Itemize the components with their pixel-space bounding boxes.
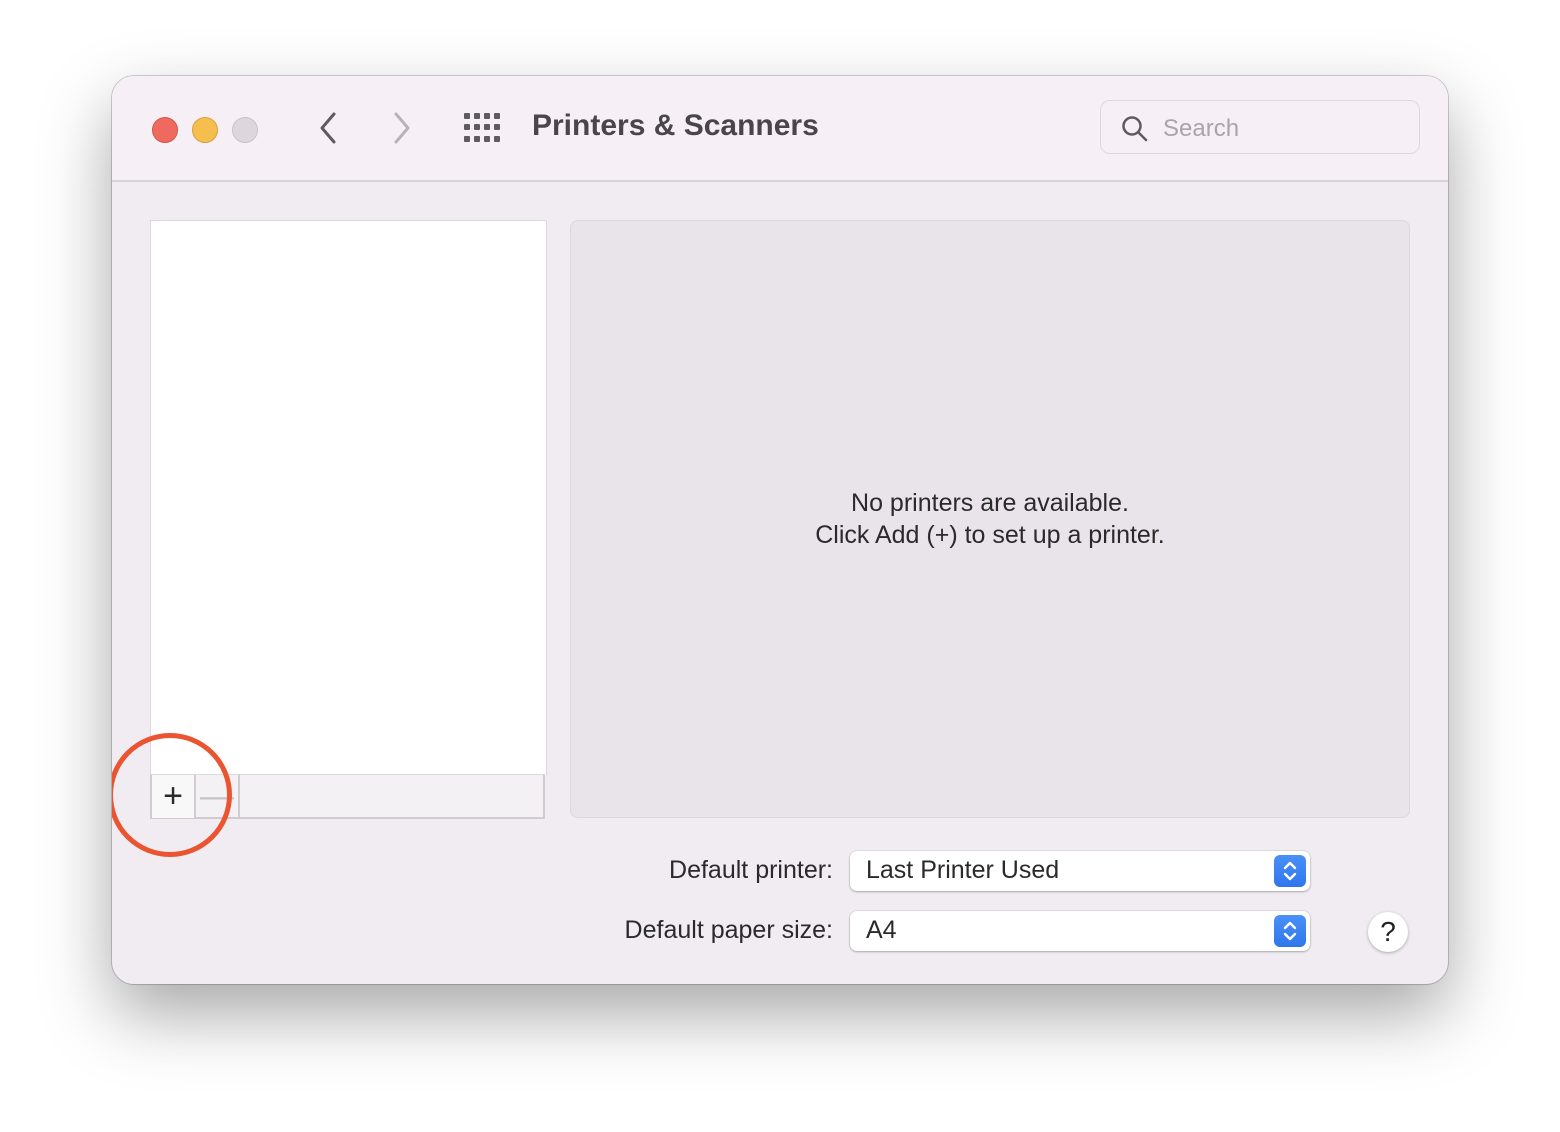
up-down-chevron-icon <box>1274 855 1306 887</box>
show-all-grid-icon[interactable] <box>464 113 502 143</box>
back-button[interactable] <box>308 106 348 150</box>
annotation-circle <box>112 733 232 857</box>
default-printer-row: Default printer: Last Printer Used <box>112 851 1448 893</box>
chevron-left-icon <box>320 112 336 144</box>
search-input[interactable] <box>1161 111 1405 147</box>
empty-message-line1: No printers are available. <box>851 489 1129 517</box>
preferences-window: Printers & Scanners + — No printers are … <box>112 76 1448 984</box>
help-button[interactable]: ? <box>1368 912 1408 952</box>
toolbar: Printers & Scanners <box>112 76 1448 182</box>
up-down-chevron-icon <box>1274 915 1306 947</box>
empty-message-line2: Click Add (+) to set up a printer. <box>815 521 1165 549</box>
chevron-right-icon <box>394 112 410 144</box>
printer-detail-pane: No printers are available. Click Add (+)… <box>570 220 1410 818</box>
close-button[interactable] <box>152 117 178 143</box>
default-paper-size-row: Default paper size: A4 <box>112 911 1448 953</box>
default-paper-size-value: A4 <box>866 916 897 944</box>
window-title: Printers & Scanners <box>532 109 819 142</box>
default-paper-size-select[interactable]: A4 <box>850 911 1310 951</box>
printer-list[interactable] <box>150 220 547 776</box>
default-paper-size-label: Default paper size: <box>624 916 833 944</box>
forward-button[interactable] <box>382 106 422 150</box>
default-printer-label: Default printer: <box>669 856 833 884</box>
minimize-button[interactable] <box>192 117 218 143</box>
zoom-button[interactable] <box>232 117 258 143</box>
default-printer-value: Last Printer Used <box>866 856 1060 884</box>
search-field[interactable] <box>1100 100 1420 154</box>
default-printer-select[interactable]: Last Printer Used <box>850 851 1310 891</box>
search-icon <box>1122 116 1148 142</box>
